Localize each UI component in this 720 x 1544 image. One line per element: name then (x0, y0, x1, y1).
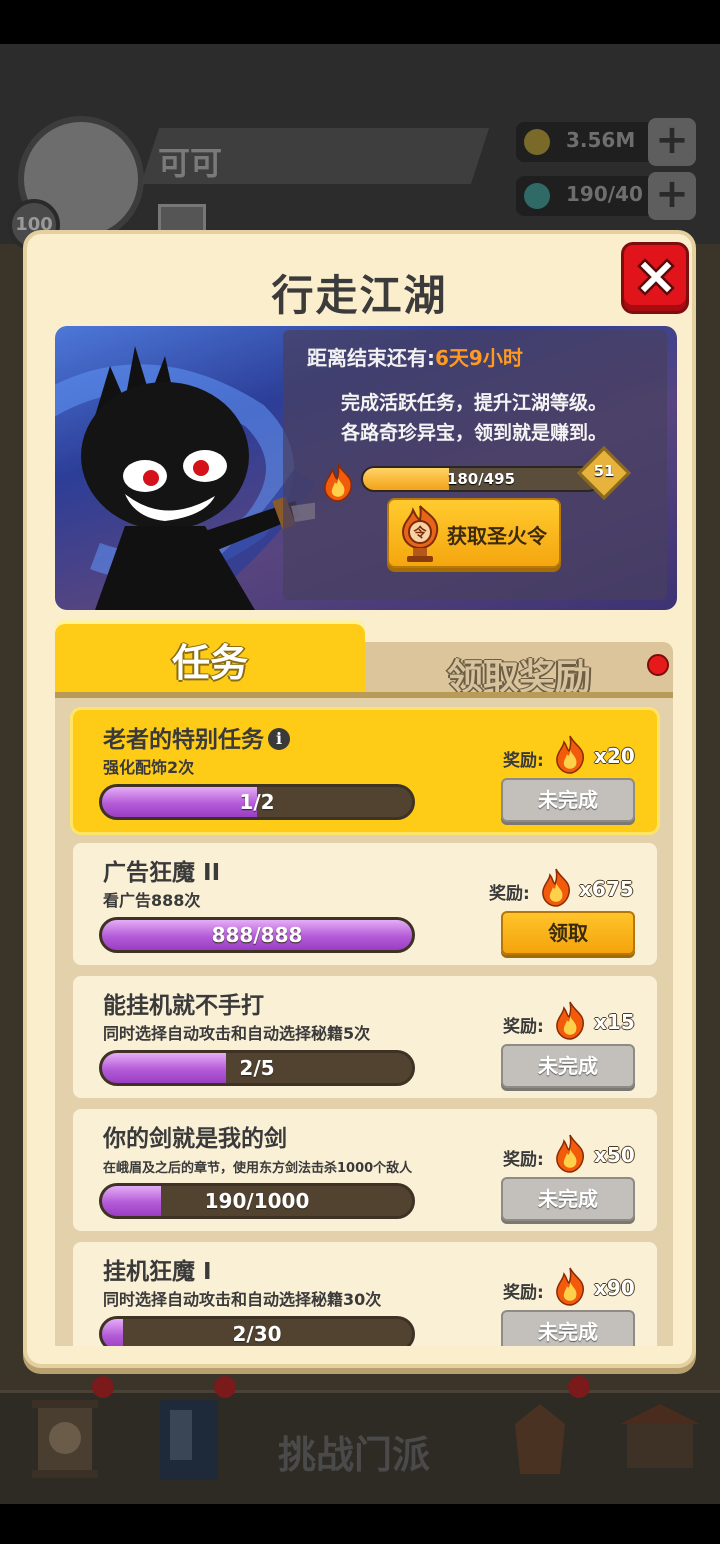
task-description: 看广告888次 (103, 891, 201, 910)
energy-counter: 190/40 + (516, 172, 696, 220)
notification-dot (214, 1376, 236, 1398)
player-name: 可可 (158, 144, 223, 182)
task-list[interactable]: 老者的特别任务 i 强化配饰2次 1/2 奖励: x20 未完成 广告狂魔 II … (55, 698, 673, 1346)
tab-tasks[interactable]: 任务 (55, 620, 365, 696)
list-item: 挂机狂魔 I 同时选择自动攻击和自动选择秘籍30次 2/30 奖励: x90 未… (73, 1242, 657, 1346)
gold-value: 3.56M (566, 128, 636, 152)
task-description: 同时选择自动攻击和自动选择秘籍30次 (103, 1290, 382, 1309)
close-button[interactable] (621, 242, 689, 314)
event-end-countdown: 距离结束还有:6天9小时 (307, 342, 523, 371)
task-title: 你的剑就是我的剑 (103, 1126, 287, 1152)
tab-claim-rewards[interactable]: 领取奖励 (365, 642, 673, 698)
flame-icon (556, 1001, 584, 1040)
ninja-character-art (55, 346, 315, 610)
add-gold-button: + (648, 118, 696, 166)
task-progress-bar: 190/1000 (99, 1183, 415, 1219)
event-description-line1: 完成活跃任务，提升江湖等级。 (340, 392, 607, 414)
list-item: 广告狂魔 II 看广告888次 888/888 奖励: x675 领取 (73, 843, 657, 965)
gold-counter: 3.56M + (516, 118, 696, 166)
challenge-sect-label: 挑战门派 (278, 1433, 431, 1477)
info-icon[interactable]: i (268, 728, 290, 750)
energy-value: 190/40 (566, 182, 643, 206)
task-title: 广告狂魔 II (103, 860, 221, 886)
reward-label: 奖励: (489, 884, 530, 904)
reward-count: x20 (594, 744, 635, 768)
reward-count: x675 (579, 877, 634, 901)
gem-icon (524, 183, 550, 209)
event-description-line2: 各路奇珍异宝，领到就是赚到。 (340, 422, 607, 444)
reward-label: 奖励: (503, 1150, 544, 1170)
reward-count: x90 (594, 1276, 635, 1300)
event-progress-bar: 180/495 (361, 466, 601, 492)
task-description: 在峨眉及之后的章节，使用东方剑法击杀1000个敌人 (103, 1161, 413, 1176)
claim-button[interactable]: 领取 (501, 911, 635, 955)
task-progress-text: 190/1000 (204, 1189, 310, 1213)
task-title-text: 老者的特别任务 (103, 727, 264, 753)
svg-text:令: 令 (413, 525, 427, 541)
incomplete-button[interactable]: 未完成 (501, 1310, 635, 1346)
flame-icon (556, 735, 584, 774)
system-nav-bar (0, 1504, 720, 1544)
task-progress-bar: 888/888 (99, 917, 415, 953)
get-fire-token-label: 获取圣火令 (447, 524, 547, 548)
task-progress-bar: 2/30 (99, 1316, 415, 1346)
reward-label: 奖励: (503, 1017, 544, 1037)
get-fire-token-button[interactable]: 令 获取圣火令 (387, 498, 561, 568)
list-item: 老者的特别任务 i 强化配饰2次 1/2 奖励: x20 未完成 (73, 710, 657, 832)
incomplete-button[interactable]: 未完成 (501, 778, 635, 822)
incomplete-button[interactable]: 未完成 (501, 1177, 635, 1221)
training-book-icon (158, 1394, 268, 1494)
close-x-icon (637, 258, 675, 296)
fire-token-icon: 令 (401, 505, 439, 562)
shop-icon (615, 1394, 720, 1494)
modal-title: 行走江湖 (271, 271, 448, 320)
flame-icon (556, 1267, 584, 1306)
task-progress-bar: 1/2 (99, 784, 415, 820)
add-energy-button: + (648, 172, 696, 220)
flame-icon (542, 868, 570, 907)
reward-label: 奖励: (503, 751, 544, 771)
task-scroll-icon (30, 1394, 140, 1494)
notification-dot (568, 1376, 590, 1398)
event-banner: 距离结束还有:6天9小时 完成活跃任务，提升江湖等级。 各路奇珍异宝，领到就是赚… (55, 326, 677, 610)
reward-count: x50 (594, 1143, 635, 1167)
reward-count: x15 (594, 1010, 635, 1034)
list-item: 你的剑就是我的剑 在峨眉及之后的章节，使用东方剑法击杀1000个敌人 190/1… (73, 1109, 657, 1231)
flame-icon (324, 463, 352, 502)
task-progress-text: 888/888 (211, 923, 303, 947)
task-title: 能挂机就不手打 (103, 993, 264, 1019)
task-progress-text: 1/2 (239, 790, 275, 814)
task-progress-text: 2/30 (232, 1322, 282, 1346)
incomplete-button[interactable]: 未完成 (501, 1044, 635, 1088)
status-bar (0, 0, 720, 44)
event-level-value: 51 (593, 462, 615, 480)
tab-tasks-label: 任务 (171, 641, 248, 685)
coin-icon (524, 129, 550, 155)
list-item: 能挂机就不手打 同时选择自动攻击和自动选择秘籍5次 2/5 奖励: x15 未完… (73, 976, 657, 1098)
task-progress-text: 2/5 (239, 1056, 275, 1080)
task-description: 同时选择自动攻击和自动选择秘籍5次 (103, 1024, 371, 1043)
event-progress-text: 180/495 (446, 470, 516, 488)
task-progress-bar: 2/5 (99, 1050, 415, 1086)
task-title: 挂机狂魔 I (103, 1259, 212, 1285)
countdown-label: 距离结束还有: (307, 346, 435, 370)
reward-label: 奖励: (503, 1283, 544, 1303)
task-description: 强化配饰2次 (103, 758, 195, 777)
task-title: 老者的特别任务 i (103, 720, 290, 754)
jianghu-event-modal: 行走江湖 距离结束还有:6天9小时 完成活跃任务，提升江湖等级。 各路奇珍异宝，… (23, 230, 696, 1368)
flame-icon (556, 1134, 584, 1173)
rewards-notification-dot (647, 654, 669, 676)
armor-icon (505, 1394, 615, 1494)
notification-dot (92, 1376, 114, 1398)
countdown-value: 6天9小时 (435, 346, 523, 370)
